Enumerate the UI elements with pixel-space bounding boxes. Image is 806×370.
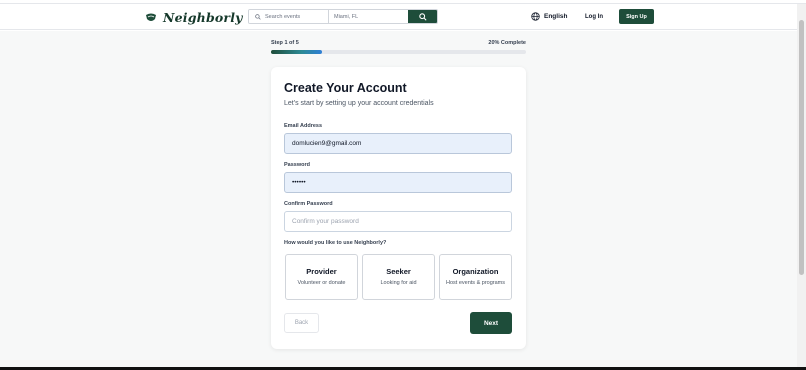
search-icon [255,13,261,20]
logo-icon [146,13,156,21]
main-content: Step 1 of 5 20% Complete Create Your Acc… [0,31,797,367]
search-button[interactable] [408,10,437,23]
search-bar: Search events Miami, FL [248,9,438,24]
back-button[interactable]: Back [284,313,319,333]
email-field[interactable]: domlucien9@gmail.com [284,133,512,154]
role-description: Host events & programs [446,280,505,286]
progress-bar [271,50,526,54]
role-name: Organization [452,267,499,276]
logo-text: Neighborly [163,10,243,25]
confirm-password-placeholder: Confirm your password [292,218,359,225]
location-value: Miami, FL [334,13,359,20]
next-button[interactable]: Next [470,312,512,334]
globe-icon [531,12,540,21]
percent-complete: 20% Complete [488,40,526,46]
role-option-seeker[interactable]: Seeker Looking for aid [362,254,435,300]
logo[interactable]: Neighborly [145,10,243,25]
email-label: Email Address [284,123,323,129]
email-value: domlucien9@gmail.com [292,140,362,147]
confirm-password-field[interactable]: Confirm your password [284,211,512,232]
confirm-password-label: Confirm Password [284,201,333,207]
search-input[interactable]: Search events [249,10,328,23]
role-option-provider[interactable]: Provider Volunteer or donate [285,254,358,300]
progress-fill [271,50,322,54]
role-name: Seeker [386,267,411,276]
role-name: Provider [306,267,337,276]
password-value: •••••• [292,179,306,186]
search-icon [418,12,427,21]
site-header: Neighborly Search events Miami, FL Engli… [0,4,797,30]
signup-card: Create Your Account Let's start by setti… [271,67,526,349]
signup-button[interactable]: Sign Up [619,9,654,24]
role-question: How would you like to use Neighborly? [284,240,387,246]
language-selector[interactable]: English [531,12,567,21]
step-label: Step 1 of 5 [271,40,299,46]
language-label: English [544,13,568,20]
password-label: Password [284,162,310,168]
password-field[interactable]: •••••• [284,172,512,193]
page-subtitle: Let's start by setting up your account c… [284,100,434,107]
role-description: Looking for aid [380,280,417,286]
location-input[interactable]: Miami, FL [328,10,408,23]
login-link[interactable]: Log In [585,14,603,20]
scrollbar[interactable] [797,4,806,367]
role-option-organization[interactable]: Organization Host events & programs [439,254,512,300]
search-placeholder: Search events [265,13,301,20]
progress-header: Step 1 of 5 20% Complete [271,40,526,46]
scrollbar-thumb[interactable] [799,20,804,275]
role-description: Volunteer or donate [297,280,346,286]
page-title: Create Your Account [284,81,407,95]
